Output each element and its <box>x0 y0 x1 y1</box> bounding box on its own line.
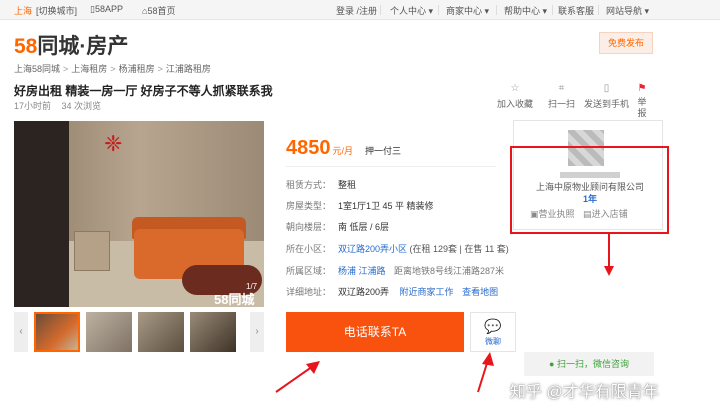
arrow-line <box>477 359 489 393</box>
home-link[interactable]: ⌂58首页 <box>142 4 175 17</box>
favorite-button[interactable]: ☆ 加入收藏 <box>497 83 533 110</box>
agent-links: ▣营业执照 ▤进入店铺 <box>530 207 628 220</box>
detail-row-community: 所在小区： 双辽路200弄小区 (在租 129套 | 在售 11 套) <box>286 244 509 254</box>
price-block: 4850 元/月 押一付三 <box>286 137 401 160</box>
breadcrumb-item[interactable]: 杨浦租房 <box>119 64 155 74</box>
view-map-link[interactable]: 查看地图 <box>462 287 498 297</box>
price-unit: 元/月 <box>332 146 354 156</box>
detail-row-house-type: 房屋类型： 1室1厅1卫 45 平 精装修 <box>286 201 434 211</box>
posted-time: 17小时前 <box>14 101 52 111</box>
app-link[interactable]: ▯58APP <box>90 4 123 15</box>
license-link[interactable]: ▣营业执照 <box>530 209 575 219</box>
contact-service-link[interactable]: 联系客服 <box>558 4 594 17</box>
divider <box>598 5 599 15</box>
view-count: 34 次浏览 <box>61 101 102 111</box>
thumbnail[interactable] <box>138 312 184 352</box>
current-city: 上海 <box>14 6 33 16</box>
area-link[interactable]: 杨浦 江浦路 <box>338 266 386 276</box>
detail-row-area: 所属区域： 杨浦 江浦路 距离地铁8号线江浦路287米 <box>286 266 505 276</box>
agent-years: 1年 <box>582 194 597 204</box>
login-link[interactable]: 登录 /注册 <box>336 4 377 17</box>
thumb-prev-arrow[interactable]: ‹ <box>14 312 28 352</box>
divider <box>286 166 496 167</box>
divider <box>552 5 553 15</box>
help-center-menu[interactable]: 帮助中心 ▾ <box>504 4 547 17</box>
scan-icon: ⌗ <box>558 83 565 94</box>
license-icon: ▣ <box>530 209 539 219</box>
shop-icon: ▤ <box>583 209 592 219</box>
breadcrumb-item[interactable]: 上海租房 <box>71 64 107 74</box>
thumb-next-arrow[interactable]: › <box>250 312 264 352</box>
thumbnail[interactable] <box>86 312 132 352</box>
detail-row-lease: 租赁方式： 整租 <box>286 180 357 190</box>
free-post-button[interactable]: 免费发布 <box>599 32 653 54</box>
listing-meta: 17小时前 34 次浏览 <box>14 99 109 112</box>
nearby-link[interactable]: 附近商家工作 <box>400 287 454 297</box>
payment-terms: 押一付三 <box>365 146 402 156</box>
community-link[interactable]: 双辽路200弄小区 <box>338 244 407 254</box>
main-photo[interactable]: ❈ 1/7 58同城 <box>14 121 264 307</box>
thumbnail[interactable] <box>190 312 236 352</box>
merchant-center-menu[interactable]: 商家中心 ▾ <box>446 4 489 17</box>
detail-row-address: 详细地址： 双辽路200弄 附近商家工作 查看地图 <box>286 287 499 297</box>
breadcrumb-item[interactable]: 江浦路租房 <box>166 64 211 74</box>
site-logo[interactable]: 58同城·房产 <box>14 30 128 60</box>
report-icon: ⚑ <box>637 83 647 94</box>
breadcrumb: 上海58同城 > 上海租房 > 杨浦租房 > 江浦路租房 <box>14 64 211 74</box>
report-button[interactable]: ⚑ 举报 <box>636 83 648 119</box>
chat-bubble-icon: 💬 <box>484 318 502 334</box>
site-nav-menu[interactable]: 网站导航 ▾ <box>606 4 649 17</box>
send-to-phone-button[interactable]: ▯ 发送到手机 <box>584 83 629 110</box>
arrow-head <box>604 266 614 276</box>
star-icon: ☆ <box>510 83 520 94</box>
arrow-line <box>275 363 317 393</box>
top-nav-bar: 上海 [切换城市] ▯58APP ⌂58首页 登录 /注册 个人中心 ▾ 商家中… <box>0 0 720 20</box>
divider <box>380 5 381 15</box>
avatar[interactable] <box>568 130 604 166</box>
wechat-chat-button[interactable]: 💬 微聊 <box>470 312 516 352</box>
arrow-head <box>306 361 320 374</box>
switch-city-link[interactable]: [切换城市] <box>36 4 77 17</box>
agent-name-blurred <box>560 172 620 178</box>
wechat-icon: ● <box>549 359 555 369</box>
zhihu-watermark: 知乎 @才华有限青年 <box>510 384 659 401</box>
phone-icon: ▯ <box>603 83 610 94</box>
divider <box>438 5 439 15</box>
thumbnail-strip: ‹ › <box>14 312 264 352</box>
enter-shop-link[interactable]: ▤进入店铺 <box>583 209 628 219</box>
thumbnail[interactable] <box>34 312 80 352</box>
listing-title: 好房出租 精装一房一厅 好房子不等人抓紧联系我 <box>14 84 273 98</box>
scan-button[interactable]: ⌗ 扫一扫 <box>548 83 575 110</box>
price-amount: 4850 <box>286 137 331 159</box>
chinese-knot-decoration: ❈ <box>104 131 123 156</box>
call-agent-button[interactable]: 电话联系TA <box>286 312 464 352</box>
personal-center-menu[interactable]: 个人中心 ▾ <box>390 4 433 17</box>
detail-row-orientation: 朝向楼层：南 低层 / 6层 <box>286 222 390 232</box>
breadcrumb-item[interactable]: 上海58同城 <box>14 64 60 74</box>
wechat-consult-box[interactable]: ● 扫一扫，微信咨询 <box>524 352 654 376</box>
photo-watermark: 58同城 <box>214 292 255 307</box>
arrow-head <box>482 352 494 366</box>
divider <box>496 5 497 15</box>
